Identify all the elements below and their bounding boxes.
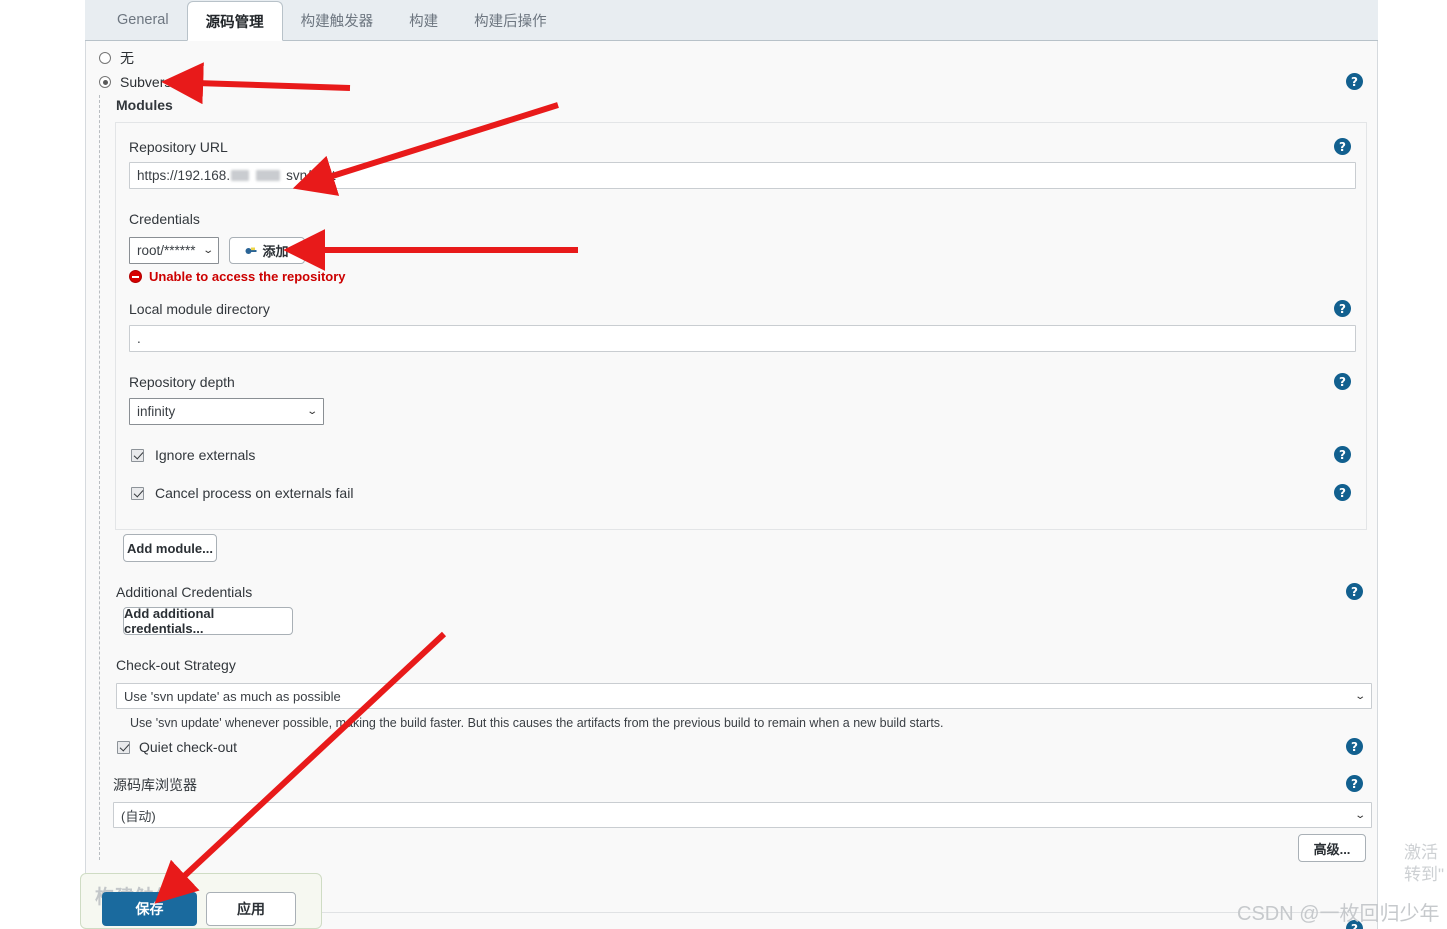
chevron-down-icon: ⌄	[1354, 810, 1366, 821]
chevron-down-icon: ⌄	[1354, 691, 1366, 702]
section-rail-divider	[99, 95, 100, 860]
tab-post-build[interactable]: 构建后操作	[456, 0, 565, 40]
radio-subversion-label: Subversion	[120, 74, 190, 90]
quiet-checkout-label: Quiet check-out	[139, 739, 237, 755]
apply-button[interactable]: 应用	[206, 892, 296, 926]
add-credentials-label: 添加	[262, 241, 288, 260]
help-icon-quiet-checkout[interactable]: ?	[1346, 738, 1363, 755]
checkout-strategy-value: Use 'svn update' as much as possible	[124, 689, 341, 704]
tab-label: General	[117, 12, 169, 28]
help-glyph: ?	[1351, 586, 1358, 598]
repository-browser-value: (自动)	[121, 806, 156, 825]
help-glyph: ?	[1339, 376, 1346, 388]
repository-depth-select[interactable]: infinity ⌄	[129, 398, 324, 425]
key-icon	[245, 245, 258, 256]
tab-build-triggers[interactable]: 构建触发器	[283, 0, 392, 40]
help-glyph: ?	[1351, 778, 1358, 790]
credentials-select[interactable]: root/****** ⌄	[129, 237, 219, 264]
tab-general[interactable]: General	[99, 0, 187, 40]
tab-bar: General 源码管理 构建触发器 构建 构建后操作	[85, 0, 1378, 41]
tab-label: 构建触发器	[301, 10, 374, 31]
ignore-externals-label: Ignore externals	[155, 447, 255, 463]
tab-scm[interactable]: 源码管理	[187, 1, 283, 41]
help-glyph: ?	[1339, 303, 1346, 315]
help-glyph: ?	[1339, 449, 1346, 461]
radio-none-indicator	[99, 52, 111, 64]
activation-line-2: 转到"	[1404, 864, 1444, 886]
add-module-label: Add module...	[127, 541, 213, 556]
cancel-on-externals-fail-checkbox[interactable]	[131, 487, 144, 500]
help-icon-ignore-externals[interactable]: ?	[1334, 446, 1351, 463]
bottom-divider	[322, 912, 1362, 913]
help-icon-repository-url[interactable]: ?	[1334, 138, 1351, 155]
cancel-on-externals-fail-checkbox-row[interactable]: Cancel process on externals fail	[131, 485, 353, 501]
additional-credentials-label: Additional Credentials	[116, 584, 252, 600]
radio-subversion-indicator	[99, 76, 111, 88]
checkout-strategy-label: Check-out Strategy	[116, 657, 236, 673]
redaction-block-1	[231, 170, 249, 181]
chevron-down-icon: ⌄	[306, 399, 318, 424]
tab-build[interactable]: 构建	[391, 0, 456, 40]
chevron-down-icon: ⌄	[202, 238, 214, 263]
add-credentials-button[interactable]: 添加	[229, 237, 305, 264]
help-icon-local-module-directory[interactable]: ?	[1334, 300, 1351, 317]
modules-label: Modules	[116, 97, 173, 113]
credentials-label: Credentials	[129, 211, 200, 227]
activation-line-1: 激活	[1404, 842, 1444, 864]
save-button[interactable]: 保存	[102, 892, 197, 926]
page-root: General 源码管理 构建触发器 构建 构建后操作 无 Subversion…	[0, 0, 1447, 929]
tab-label: 源码管理	[206, 11, 264, 32]
help-icon-subversion[interactable]: ?	[1346, 73, 1363, 90]
help-glyph: ?	[1351, 741, 1358, 753]
repository-url-input[interactable]: https://192.168. svn/Test	[129, 162, 1356, 189]
radio-scm-subversion[interactable]: Subversion	[85, 72, 485, 92]
apply-label: 应用	[237, 899, 265, 919]
repository-browser-select[interactable]: (自动) ⌄	[113, 802, 1372, 828]
help-glyph: ?	[1339, 141, 1346, 153]
repository-depth-value: infinity	[137, 399, 175, 424]
cancel-on-externals-fail-label: Cancel process on externals fail	[155, 485, 353, 501]
radio-scm-none[interactable]: 无	[85, 48, 485, 68]
ignore-externals-checkbox-row[interactable]: Ignore externals	[131, 447, 255, 463]
help-icon-repository-depth[interactable]: ?	[1334, 373, 1351, 390]
help-glyph: ?	[1351, 76, 1358, 88]
help-icon-repository-browser[interactable]: ?	[1346, 775, 1363, 792]
save-bar: 构建触发器 保存 应用	[80, 873, 322, 929]
tab-label: 构建	[409, 10, 438, 31]
repository-url-value-suffix: svn/Test	[286, 163, 336, 188]
repository-browser-label: 源码库浏览器	[113, 775, 197, 795]
local-module-directory-label: Local module directory	[129, 301, 270, 317]
repository-access-error-text: Unable to access the repository	[149, 269, 346, 284]
error-icon	[129, 270, 142, 283]
advanced-label: 高级...	[1314, 839, 1351, 858]
redaction-block-2	[256, 170, 280, 181]
save-label: 保存	[136, 899, 164, 919]
quiet-checkout-checkbox[interactable]	[117, 741, 130, 754]
local-module-directory-input[interactable]: .	[129, 325, 1356, 352]
csdn-watermark: CSDN @一枚回归少年	[1237, 897, 1440, 926]
ignore-externals-checkbox[interactable]	[131, 449, 144, 462]
radio-none-label: 无	[120, 48, 134, 68]
add-additional-credentials-button[interactable]: Add additional credentials...	[123, 607, 293, 635]
repository-access-error: Unable to access the repository	[129, 269, 346, 284]
checkout-strategy-description: Use 'svn update' whenever possible, maki…	[130, 716, 944, 730]
windows-activation-watermark: 激活 转到"	[1404, 842, 1444, 886]
tab-label: 构建后操作	[474, 10, 547, 31]
repository-depth-label: Repository depth	[129, 374, 235, 390]
help-icon-cancel-on-externals-fail[interactable]: ?	[1334, 484, 1351, 501]
help-icon-additional-credentials[interactable]: ?	[1346, 583, 1363, 600]
add-module-button[interactable]: Add module...	[123, 534, 217, 562]
quiet-checkout-checkbox-row[interactable]: Quiet check-out	[117, 739, 237, 755]
credentials-select-value: root/******	[137, 238, 196, 263]
repository-url-label: Repository URL	[129, 139, 228, 155]
help-glyph: ?	[1339, 487, 1346, 499]
checkout-strategy-select[interactable]: Use 'svn update' as much as possible ⌄	[116, 683, 1372, 709]
add-additional-credentials-label: Add additional credentials...	[124, 606, 292, 636]
repository-url-value-prefix: https://192.168.	[137, 163, 230, 188]
advanced-button[interactable]: 高级...	[1298, 834, 1366, 862]
